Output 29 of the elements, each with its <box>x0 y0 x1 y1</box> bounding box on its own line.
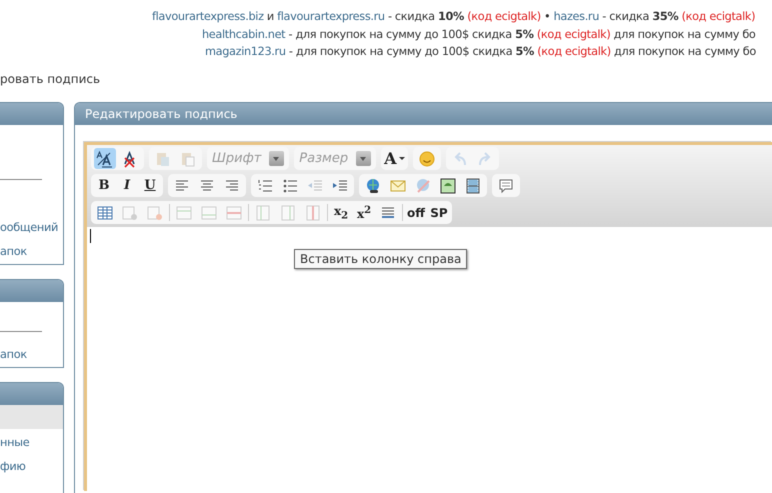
sidebar-link[interactable]: ообщений <box>0 216 63 240</box>
shop-link[interactable]: magazin123.ru <box>205 45 286 58</box>
sidebar-link[interactable]: апок <box>0 240 63 264</box>
sidebar-link[interactable]: фию <box>0 455 63 479</box>
shop-link[interactable]: healthcabin.net <box>202 28 286 40</box>
sidebar-link[interactable]: апок <box>0 343 63 367</box>
panel-header <box>0 383 63 405</box>
sidebar-link[interactable]: нные <box>0 431 63 455</box>
sub-button[interactable]: x$_{2}$ <box>331 202 351 223</box>
sup-button[interactable]: x$^{2}$ <box>354 202 374 223</box>
breadcrumb-text: ровать подпись <box>0 71 102 88</box>
promo-line: flavourartexpress.biz и flavourartexpress.ru - скидка 10% (код ecigtalk) • hazes.ru - скидка 35% (код ecigtalk) <box>152 9 756 25</box>
promo-line: healthcabin.net - для покупок на сумму до 100$ скидка 5% (код ecigtalk) для покупок на сумму бо <box>202 26 756 42</box>
source-icon[interactable] <box>94 148 116 169</box>
toolbar-button[interactable]: off <box>406 202 426 223</box>
shop-link[interactable]: hazes.ru <box>554 10 600 23</box>
panel-header <box>0 103 63 125</box>
shop-link[interactable]: flavourartexpress.biz <box>152 10 264 23</box>
color-button[interactable]: A <box>384 148 404 169</box>
toolbar-button[interactable]: SP <box>429 202 449 223</box>
bold-button[interactable]: B <box>94 175 114 196</box>
shop-link[interactable]: flavourartexpress.ru <box>277 10 385 23</box>
panel-title: Редактировать подпись <box>75 103 772 125</box>
underline-button[interactable]: U <box>140 175 160 196</box>
panel-header <box>0 280 63 302</box>
promo-line: magazin123.ru - для покупок на сумму до 100$ скидка 5% (код ecigtalk) для покупок на сумму бо <box>205 44 756 60</box>
highlighted-row <box>0 405 63 429</box>
tooltip: Вставить колонку справа <box>294 249 468 269</box>
italic-button[interactable]: I <box>117 175 137 196</box>
